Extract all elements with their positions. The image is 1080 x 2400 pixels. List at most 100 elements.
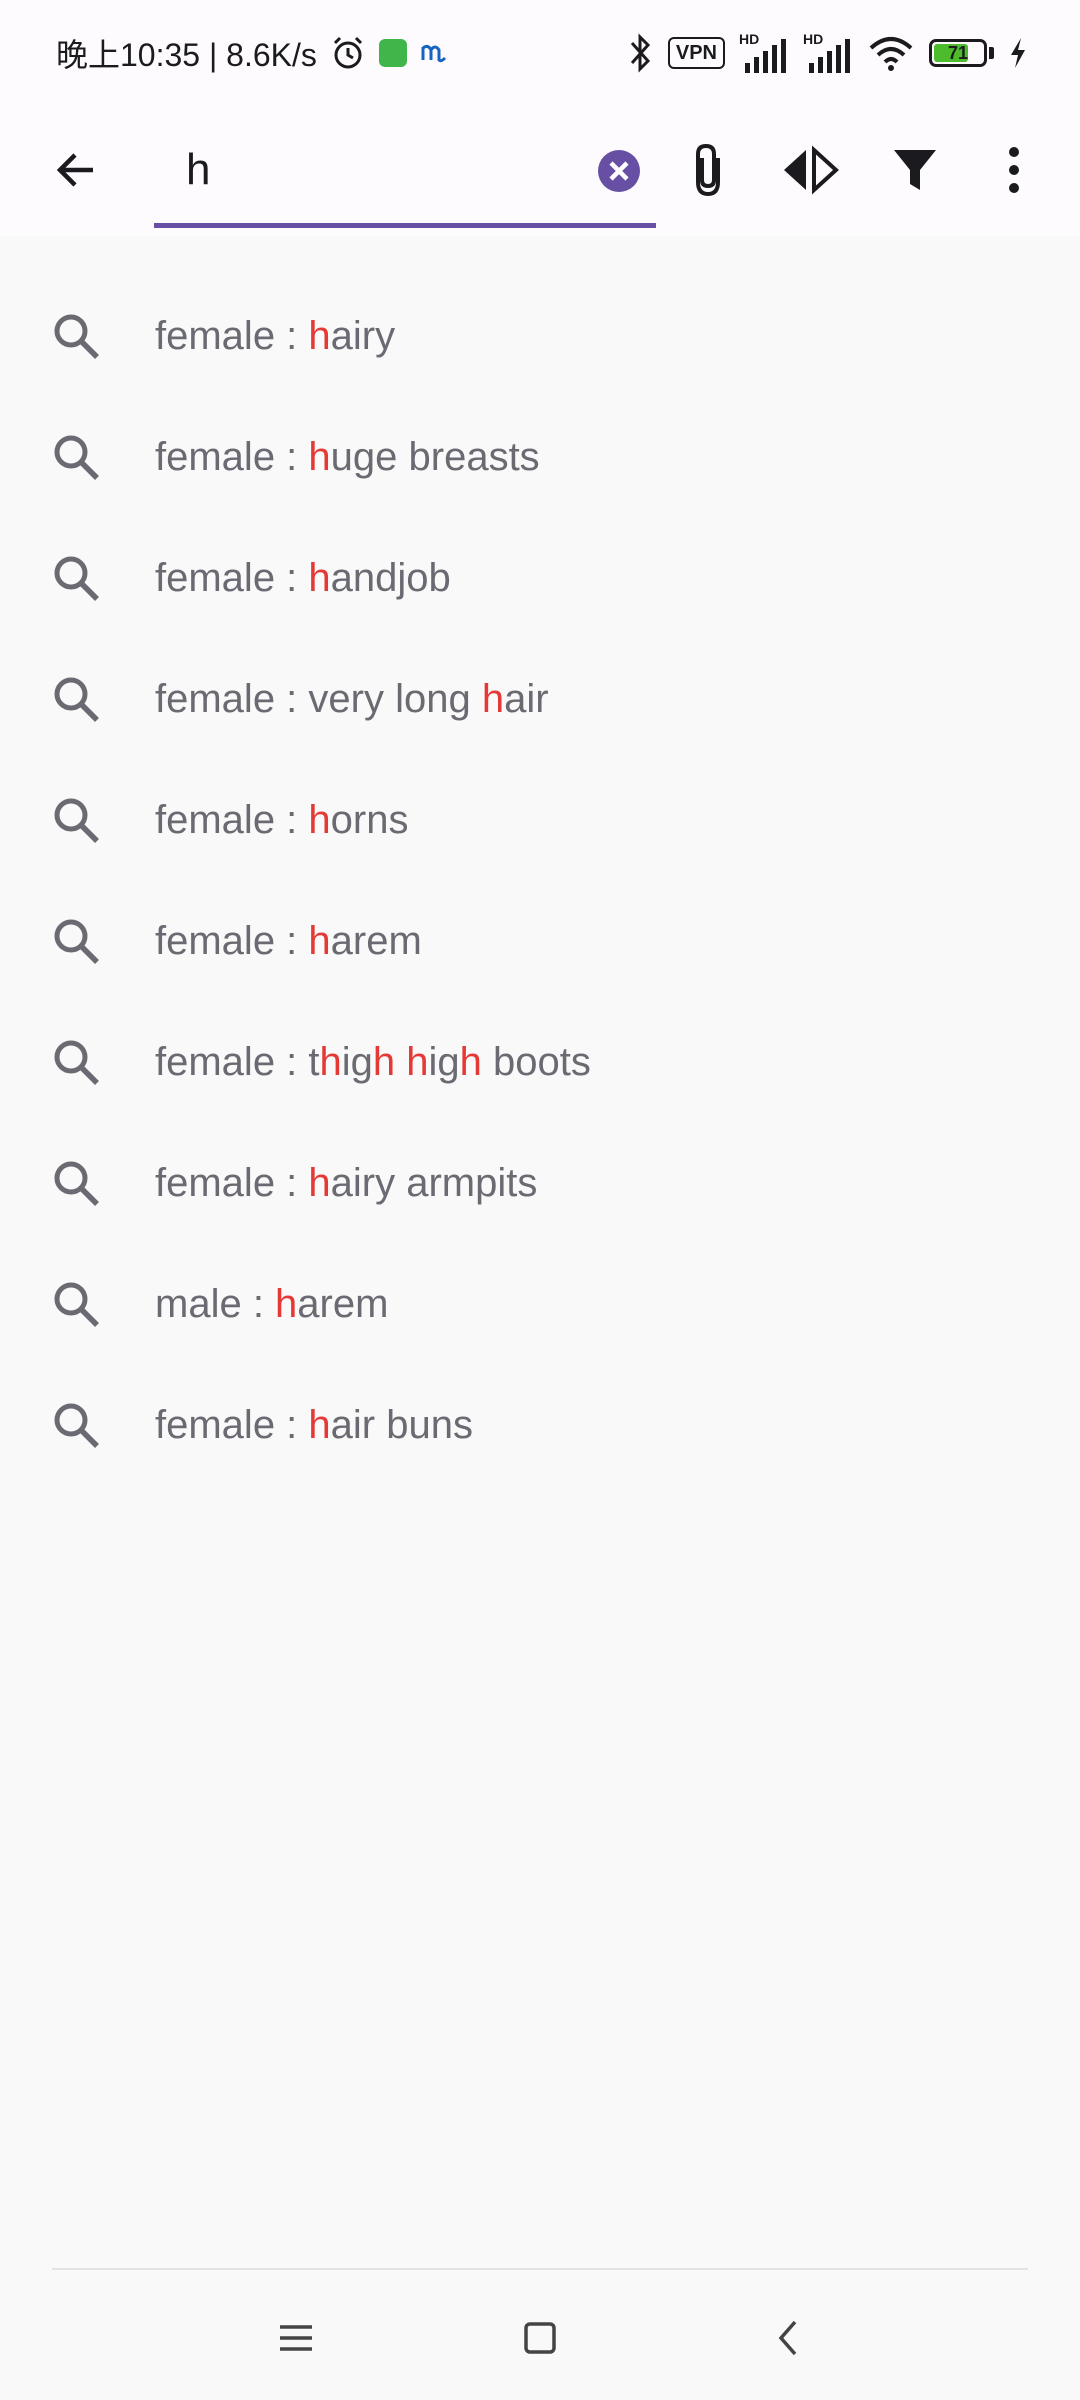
match-highlight: h bbox=[308, 798, 331, 842]
suggestion-item[interactable]: female : thigh high boots bbox=[0, 1002, 1080, 1123]
vpn-badge: VPN bbox=[667, 37, 725, 69]
suggestion-text-segment: female : very long bbox=[155, 677, 482, 721]
more-options-button[interactable] bbox=[970, 126, 1058, 214]
search-icon bbox=[54, 314, 99, 359]
search-icon bbox=[54, 919, 99, 964]
match-highlight: h bbox=[406, 1040, 429, 1084]
suggestion-text-segment: arem bbox=[330, 919, 422, 963]
match-highlight: h bbox=[481, 677, 505, 721]
suggestion-text-segment: female : bbox=[155, 798, 309, 842]
paperclip-icon bbox=[696, 143, 720, 197]
match-highlight: h bbox=[308, 1161, 331, 1205]
suggestion-text-segment: male : bbox=[155, 1282, 276, 1326]
suggestion-item[interactable]: female : hair buns bbox=[0, 1365, 1080, 1486]
search-icon bbox=[54, 1040, 99, 1085]
charging-icon bbox=[1011, 38, 1025, 68]
search-icon bbox=[54, 1403, 99, 1448]
menu-icon bbox=[280, 2325, 312, 2351]
close-circle-icon bbox=[598, 150, 640, 192]
suggestion-text-segment: ig bbox=[428, 1040, 460, 1084]
funnel-icon bbox=[894, 150, 936, 190]
match-highlight: h bbox=[308, 556, 331, 600]
status-bar: 晚上10:35 | 8.6K/s VPN HD HD 71 bbox=[0, 0, 1080, 104]
suggestion-item[interactable]: male : harem bbox=[0, 1244, 1080, 1365]
search-app-bar bbox=[0, 104, 1080, 236]
signal-strength-icon-2: HD bbox=[803, 31, 853, 75]
search-input[interactable] bbox=[154, 118, 584, 222]
back-button[interactable] bbox=[32, 126, 120, 214]
search-icon bbox=[54, 1282, 99, 1327]
battery-level: 71 bbox=[947, 42, 969, 63]
match-highlight: h bbox=[308, 1403, 331, 1447]
suggestion-label: female : hairy bbox=[155, 314, 395, 359]
suggestion-text-segment: ig bbox=[341, 1040, 373, 1084]
search-icon bbox=[54, 435, 99, 480]
suggestion-item[interactable]: female : horns bbox=[0, 760, 1080, 881]
status-left: 晚上10:35 | 8.6K/s bbox=[56, 28, 449, 78]
search-icon bbox=[54, 677, 99, 722]
recent-apps-button[interactable] bbox=[256, 2298, 336, 2378]
search-icon bbox=[54, 556, 99, 601]
suggestion-label: female : handjob bbox=[155, 556, 451, 601]
suggestion-list: female : hairy female : huge breasts fem… bbox=[0, 276, 1080, 1486]
home-button[interactable] bbox=[500, 2298, 580, 2378]
suggestion-text-segment: female : bbox=[155, 919, 309, 963]
suggestion-text-segment: uge breasts bbox=[330, 435, 540, 479]
more-vertical-icon bbox=[1009, 147, 1019, 193]
suggestion-label: female : thigh high boots bbox=[155, 1040, 591, 1085]
alarm-icon bbox=[333, 36, 362, 69]
compare-button[interactable] bbox=[766, 126, 854, 214]
suggestion-text-segment: boots bbox=[481, 1040, 591, 1084]
suggestion-text-segment: andjob bbox=[330, 556, 451, 600]
app-m-icon bbox=[421, 44, 446, 63]
suggestion-text-segment bbox=[395, 1040, 406, 1084]
home-square-icon bbox=[524, 2322, 556, 2354]
suggestion-item[interactable]: female : very long hair bbox=[0, 639, 1080, 760]
signal-strength-icon-1: HD bbox=[739, 31, 789, 75]
suggestion-text-segment: female : bbox=[155, 314, 309, 358]
suggestion-label: female : harem bbox=[155, 919, 422, 964]
search-field[interactable] bbox=[154, 118, 656, 228]
suggestion-text-segment: air bbox=[504, 677, 549, 721]
suggestion-item[interactable]: female : hairy armpits bbox=[0, 1123, 1080, 1244]
suggestion-text-segment: female : t bbox=[155, 1040, 320, 1084]
system-nav-bar bbox=[0, 2270, 1080, 2400]
suggestion-label: female : hair buns bbox=[155, 1403, 473, 1448]
battery-indicator: 71 bbox=[929, 39, 994, 67]
chevron-left-icon bbox=[778, 2320, 797, 2356]
match-highlight: h bbox=[308, 435, 331, 479]
clear-search-button[interactable] bbox=[594, 146, 644, 196]
wifi-icon bbox=[869, 37, 913, 71]
filter-button[interactable] bbox=[871, 126, 959, 214]
match-highlight: h bbox=[372, 1040, 396, 1084]
suggestion-text-segment: female : bbox=[155, 556, 309, 600]
suggestion-item[interactable]: female : handjob bbox=[0, 518, 1080, 639]
suggestion-text-segment: airy bbox=[330, 314, 396, 358]
suggestion-label: female : horns bbox=[155, 798, 408, 843]
suggestion-label: female : very long hair bbox=[155, 677, 549, 722]
match-highlight: h bbox=[308, 314, 331, 358]
attach-button[interactable] bbox=[664, 126, 752, 214]
suggestion-label: female : huge breasts bbox=[155, 435, 540, 480]
arrow-left-icon bbox=[56, 153, 93, 187]
suggestion-item[interactable]: female : huge breasts bbox=[0, 397, 1080, 518]
match-highlight: h bbox=[319, 1040, 342, 1084]
system-back-button[interactable] bbox=[748, 2298, 828, 2378]
match-highlight: h bbox=[275, 1282, 298, 1326]
suggestion-item[interactable]: female : hairy bbox=[0, 276, 1080, 397]
status-time: 晚上10:35 | 8.6K/s bbox=[56, 37, 317, 73]
search-underline bbox=[154, 223, 656, 228]
suggestion-label: male : harem bbox=[155, 1282, 388, 1327]
search-icon bbox=[54, 798, 99, 843]
suggestion-text-segment: female : bbox=[155, 435, 309, 479]
suggestion-text-segment: female : bbox=[155, 1403, 309, 1447]
bluetooth-icon bbox=[630, 33, 650, 73]
status-right: VPN HD HD 71 bbox=[628, 28, 1028, 78]
search-icon bbox=[54, 1161, 99, 1206]
suggestion-text-segment: arem bbox=[297, 1282, 389, 1326]
app-notification-icon bbox=[378, 39, 407, 67]
suggestion-item[interactable]: female : harem bbox=[0, 881, 1080, 1002]
suggestion-text-segment: orns bbox=[330, 798, 409, 842]
suggestion-text-segment: female : bbox=[155, 1161, 309, 1205]
match-highlight: h bbox=[459, 1040, 482, 1084]
